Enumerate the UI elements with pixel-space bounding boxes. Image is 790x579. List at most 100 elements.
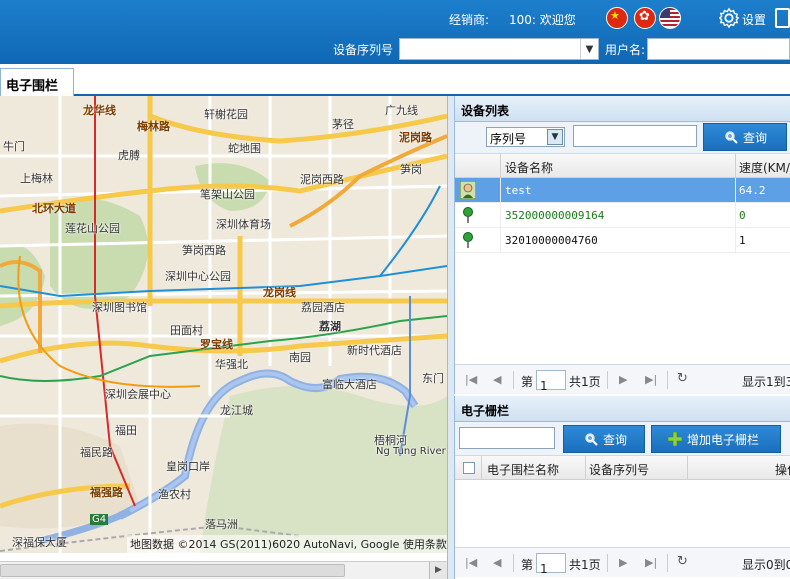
scrollbar-thumb[interactable] xyxy=(0,564,345,577)
highway-shield-icon: G4 xyxy=(90,514,109,525)
map-place-label: 龙江城 xyxy=(220,404,253,417)
us-flag-icon[interactable] xyxy=(659,7,681,29)
device-pager-summary: 显示1到3 xyxy=(742,375,790,389)
map-place-label: 牛门 xyxy=(3,140,25,153)
map-place-label: 莲花山公园 xyxy=(65,222,120,235)
map-place-label: 福田 xyxy=(115,424,137,437)
map-road-label: 福强路 xyxy=(90,486,123,499)
panel-splitter[interactable] xyxy=(447,96,454,579)
china-flag-icon[interactable] xyxy=(606,7,628,29)
top-header: 经销商: 100: 欢迎您 设置 设备序列号 ▼ 用户名: xyxy=(0,0,790,64)
map-copyright[interactable]: 地图数据 ©2014 GS(2011)6020 AutoNavi, Google… xyxy=(127,535,447,553)
device-list-title: 设备列表 xyxy=(455,96,790,122)
map-road-label: 泥岗路 xyxy=(399,131,432,144)
map-place-label: 上梅林 xyxy=(20,172,53,185)
page-number-input[interactable]: 1 xyxy=(536,370,566,393)
map-canvas xyxy=(0,96,447,553)
tab-strip: 电子围栏 xyxy=(0,64,790,98)
map-place-label: 广九线 xyxy=(385,104,418,117)
device-list-panel: 设备列表 序列号 ▼ 查询 设备名称 速度(KM/h) test 64.2 35… xyxy=(454,96,790,394)
device-search-button[interactable]: 查询 xyxy=(703,123,787,151)
fence-pager-summary: 显示0到0 xyxy=(742,558,790,572)
column-device-serial[interactable]: 设备序列号 xyxy=(589,461,649,478)
serial-select[interactable]: ▼ xyxy=(399,38,599,60)
logout-icon[interactable] xyxy=(775,8,790,28)
prev-page-icon[interactable]: ◀ xyxy=(493,556,501,569)
scroll-right-button[interactable]: ▶ xyxy=(429,562,447,579)
select-all-checkbox[interactable] xyxy=(463,462,475,474)
map-place-label: 深圳图书馆 xyxy=(92,301,147,314)
device-search-button-label: 查询 xyxy=(743,130,768,145)
device-speed: 0 xyxy=(739,209,746,222)
map-place-label: 落马洲 xyxy=(205,518,238,531)
chevron-down-icon[interactable]: ▼ xyxy=(547,129,563,145)
fence-grid-header: 电子围栏名称 设备序列号 操作 xyxy=(455,456,790,480)
next-page-icon[interactable]: ▶ xyxy=(619,373,627,386)
device-grid-header: 设备名称 速度(KM/h) xyxy=(455,154,790,178)
hongkong-flag-icon[interactable] xyxy=(634,7,656,29)
map-place-label: 田面村 xyxy=(170,324,203,337)
page-number-value: 1 xyxy=(540,562,548,576)
column-speed[interactable]: 速度(KM/h) xyxy=(739,159,790,176)
map-place-label: 皇岗口岸 xyxy=(166,460,210,473)
fence-search-input[interactable] xyxy=(459,427,555,449)
device-row[interactable]: test 64.2 xyxy=(455,178,790,203)
map-place-label: 荔湖 xyxy=(319,320,341,333)
first-page-icon[interactable]: |◀ xyxy=(465,556,477,569)
next-page-icon[interactable]: ▶ xyxy=(619,556,627,569)
device-name: test xyxy=(505,184,532,197)
map-place-label: 福民路 xyxy=(80,446,113,459)
page-prefix: 第 xyxy=(521,375,534,389)
map-place-label: 深圳中心公园 xyxy=(165,270,231,283)
username-input[interactable] xyxy=(647,38,790,60)
map-place-label: 渔农村 xyxy=(158,488,191,501)
column-fence-name[interactable]: 电子围栏名称 xyxy=(487,461,559,478)
chevron-down-icon[interactable]: ▼ xyxy=(580,39,598,59)
device-search-input[interactable] xyxy=(573,125,697,147)
column-device-name[interactable]: 设备名称 xyxy=(505,159,553,176)
tab-geofence[interactable]: 电子围栏 xyxy=(0,68,74,98)
last-page-icon[interactable]: ▶| xyxy=(645,373,657,386)
settings-link[interactable]: 设置 xyxy=(742,11,766,28)
map-place-label: 深圳体育场 xyxy=(216,218,271,231)
username-label: 用户名: xyxy=(605,43,646,57)
page-prefix: 第 xyxy=(521,558,534,572)
page-number-input[interactable]: 1 xyxy=(536,553,566,576)
page-total: 共1页 xyxy=(569,558,601,572)
map-place-label: 轩榭花园 xyxy=(204,108,248,121)
map-road-label: 罗宝线 xyxy=(200,338,233,351)
search-icon xyxy=(585,433,598,446)
map-place-label: 笔架山公园 xyxy=(200,188,255,201)
prev-page-icon[interactable]: ◀ xyxy=(493,373,501,386)
device-search-toolbar: 序列号 ▼ 查询 xyxy=(455,122,790,154)
fence-panel: 电子栅栏 查询 增加电子栅栏 电子围栏名称 设备序列号 操作 |◀ ◀ 第 1 … xyxy=(454,396,790,579)
device-speed: 1 xyxy=(739,234,746,247)
map-horizontal-scrollbar[interactable]: ▶ xyxy=(0,561,447,579)
search-type-value: 序列号 xyxy=(490,132,527,146)
map-pin-icon xyxy=(463,232,473,248)
add-fence-button-label: 增加电子栅栏 xyxy=(687,432,760,447)
map-place-label: 南园 xyxy=(289,351,311,364)
device-speed: 64.2 xyxy=(739,184,766,197)
device-row[interactable]: 352000000009164 0 xyxy=(455,203,790,228)
first-page-icon[interactable]: |◀ xyxy=(465,373,477,386)
map-place-label: 泥岗西路 xyxy=(300,173,344,186)
device-pager: |◀ ◀ 第 1 共1页 ▶ ▶| ↻ 显示1到3 xyxy=(455,364,790,394)
map-view[interactable]: 龙华线 梅林路 泥岗路 北环大道 龙岗线 罗宝线 福强路 广九线 轩榭花园 茅径… xyxy=(0,96,447,553)
refresh-icon[interactable]: ↻ xyxy=(677,554,688,569)
gear-icon[interactable] xyxy=(718,7,740,29)
last-page-icon[interactable]: ▶| xyxy=(645,556,657,569)
map-place-label: 笋岗 xyxy=(400,163,422,176)
map-place-label: 笋岗西路 xyxy=(182,244,226,257)
map-place-label: 茅径 xyxy=(332,118,354,131)
search-type-select[interactable]: 序列号 ▼ xyxy=(486,127,565,147)
refresh-icon[interactable]: ↻ xyxy=(677,371,688,386)
device-row[interactable]: 32010000004760 1 xyxy=(455,228,790,253)
device-name: 352000000009164 xyxy=(505,209,605,222)
fence-search-button[interactable]: 查询 xyxy=(563,425,645,453)
map-road-label: 梅林路 xyxy=(137,120,170,133)
map-place-label: 深圳会展中心 xyxy=(105,388,171,401)
column-actions[interactable]: 操作 xyxy=(775,461,790,478)
add-fence-button[interactable]: 增加电子栅栏 xyxy=(651,425,781,453)
page-total: 共1页 xyxy=(569,375,601,389)
